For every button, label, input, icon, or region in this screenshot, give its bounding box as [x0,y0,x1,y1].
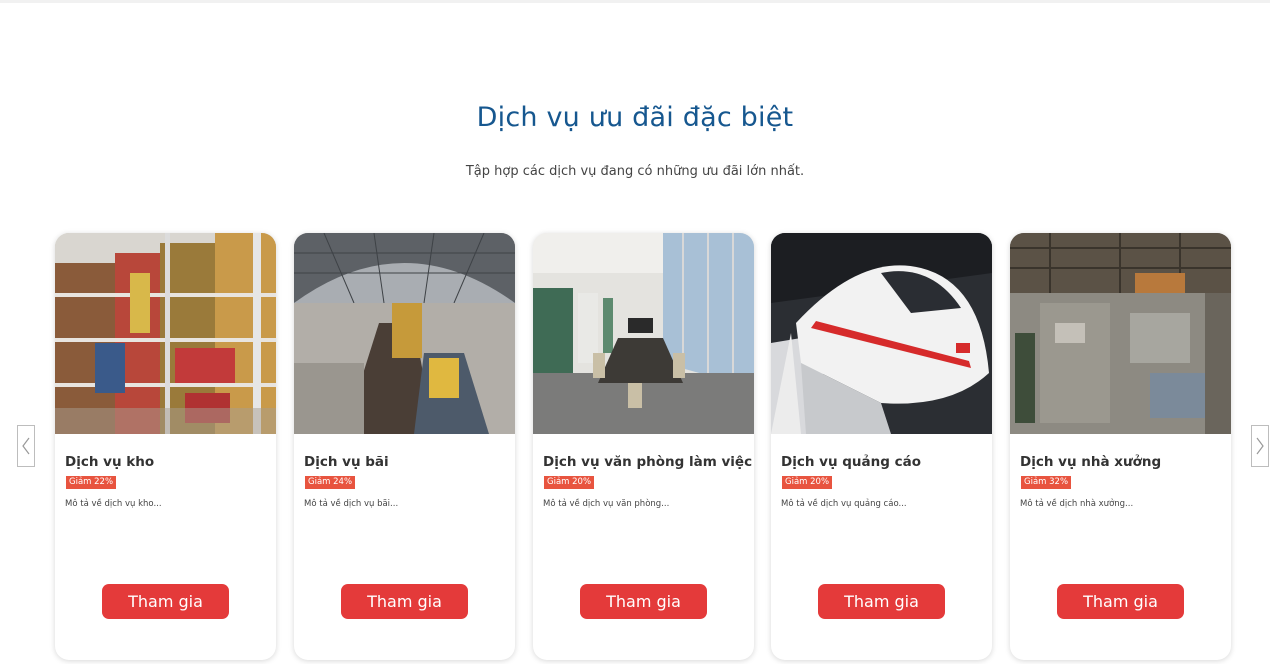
card-title: Dịch vụ văn phòng làm việc [543,454,753,470]
carousel-prev-button[interactable] [17,425,35,467]
service-card[interactable]: Dịch vụ nhà xưởng Giảm 32% Mô tả về dịch… [1010,233,1231,660]
section-title: Dịch vụ ưu đãi đặc biệt [476,102,794,133]
service-card[interactable]: Dịch vụ quảng cáo Giảm 20% Mô tả về dịch… [771,233,992,660]
join-button[interactable]: Tham gia [1057,584,1184,619]
card-description: Mô tả về dịch vụ bãi... [304,499,399,509]
top-divider [0,0,1270,3]
section-subtitle: Tập hợp các dịch vụ đang có những ưu đãi… [465,164,805,179]
service-card[interactable]: Dịch vụ kho Giảm 22% Mô tả về dịch vụ kh… [55,233,276,660]
card-title: Dịch vụ kho [65,454,155,470]
train-station-photo [294,233,515,434]
card-title: Dịch vụ bãi [304,454,389,470]
discount-badge: Giảm 22% [66,476,117,489]
service-card[interactable]: Dịch vụ văn phòng làm việc Giảm 20% Mô t… [533,233,754,660]
card-description: Mô tả về dịch nhà xưởng... [1020,499,1134,509]
chevron-right-icon [1256,437,1264,455]
join-button[interactable]: Tham gia [341,584,468,619]
discount-badge: Giảm 20% [544,476,595,489]
meeting-room-photo [533,233,754,434]
carousel-next-button[interactable] [1251,425,1269,467]
chevron-left-icon [22,437,30,455]
join-button[interactable]: Tham gia [818,584,945,619]
service-card[interactable]: Dịch vụ bãi Giảm 24% Mô tả về dịch vụ bã… [294,233,515,660]
card-description: Mô tả về dịch vụ quảng cáo... [781,499,907,509]
warehouse-shelves-photo [55,233,276,434]
join-button[interactable]: Tham gia [102,584,229,619]
join-button[interactable]: Tham gia [580,584,707,619]
service-carousel: Dịch vụ kho Giảm 22% Mô tả về dịch vụ kh… [55,233,1231,661]
card-description: Mô tả về dịch vụ văn phòng... [543,499,670,509]
discount-badge: Giảm 32% [1021,476,1072,489]
card-description: Mô tả về dịch vụ kho... [65,499,162,509]
high-speed-train-photo [771,233,992,434]
card-title: Dịch vụ nhà xưởng [1020,454,1162,470]
discount-badge: Giảm 24% [305,476,356,489]
card-title: Dịch vụ quảng cáo [781,454,922,470]
discount-badge: Giảm 20% [782,476,833,489]
factory-aerial-photo [1010,233,1231,434]
